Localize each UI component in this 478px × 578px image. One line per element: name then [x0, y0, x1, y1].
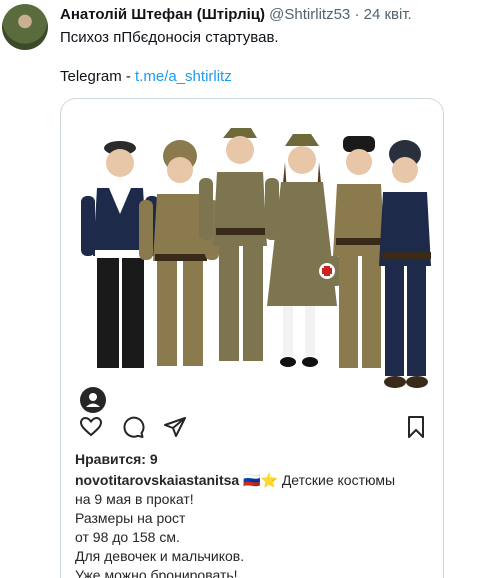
child-cossack-boy-figure — [333, 136, 385, 368]
post-caption: novotitarovskaiastanitsa 🇷🇺⭐ Детские кос… — [75, 471, 415, 578]
user-tag-icon[interactable] — [80, 387, 106, 413]
tweet-text: Психоз пПбєдоносія стартував. — [60, 29, 279, 46]
telegram-label: Telegram - — [60, 68, 136, 85]
author-name[interactable]: Анатолій Штефан (Штірліц) — [60, 6, 265, 23]
tweet-date[interactable]: 24 квіт. — [364, 6, 412, 23]
post-username[interactable]: novotitarovskaiastanitsa — [75, 472, 239, 488]
likes-count[interactable]: Нравится: 9 — [75, 451, 158, 467]
author-handle[interactable]: @Shtirlitz53 — [269, 6, 350, 23]
bookmark-icon[interactable] — [404, 415, 428, 439]
caption-first-line: 🇷🇺⭐ Детские костюмы — [243, 472, 396, 488]
child-tanker-boy-figure — [379, 140, 431, 388]
author-avatar[interactable] — [2, 4, 48, 50]
tweet-header: Анатолій Штефан (Штірліц) @Shtirlitz53 ·… — [60, 6, 412, 23]
caption-line: на 9 мая в прокат! — [75, 491, 194, 507]
caption-line: Для девочек и мальчиков. — [75, 548, 245, 564]
telegram-link[interactable]: t.me/a_shtirlitz — [135, 68, 232, 85]
header-separator: · — [354, 6, 360, 23]
caption-line: Размеры на рост — [75, 510, 186, 526]
post-action-bar — [75, 411, 432, 443]
child-pilot-girl-figure — [139, 140, 219, 366]
heart-icon[interactable] — [79, 415, 103, 439]
child-nurse-girl-figure — [267, 134, 341, 367]
telegram-line: Telegram - t.me/a_shtirlitz — [60, 68, 232, 85]
comment-icon[interactable] — [121, 415, 145, 439]
caption-line: Уже можно бронировать! — [75, 567, 238, 578]
embedded-instagram-card[interactable]: Нравится: 9 novotitarovskaiastanitsa 🇷🇺⭐… — [60, 98, 444, 578]
caption-line: novotitarovskaiastanitsa 🇷🇺⭐ Детские кос… — [75, 471, 415, 490]
share-icon[interactable] — [163, 415, 187, 439]
caption-line: от 98 до 158 см. — [75, 529, 180, 545]
